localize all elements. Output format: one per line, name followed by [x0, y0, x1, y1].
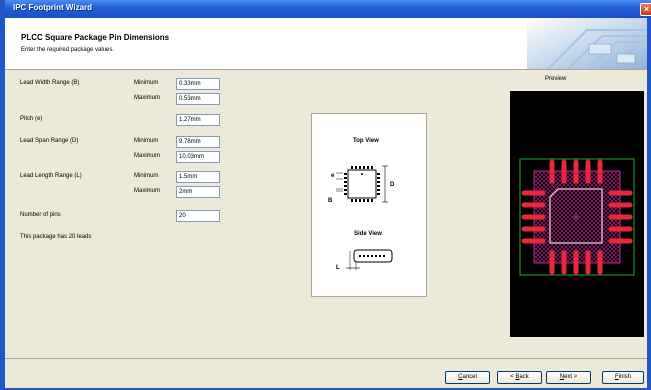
lead-width-max-label: Maximum [134, 95, 161, 101]
back-button[interactable]: < Back [497, 371, 542, 384]
window-title: IPC Footprint Wizard [13, 3, 93, 12]
button-bar: Cancel < Back Next > Finish [5, 358, 647, 388]
preview-label: Preview [545, 76, 567, 82]
pitch-input[interactable]: 1.27mm [176, 114, 220, 126]
pins-input[interactable]: 20 [176, 210, 220, 222]
lead-span-max-label: Maximum [134, 153, 161, 159]
footprint-preview [510, 91, 644, 337]
lead-length-l-label: L [336, 265, 340, 271]
lead-length-label: Lead Length Range (L) [20, 173, 82, 179]
next-button[interactable]: Next > [546, 371, 591, 384]
top-view-label: Top View [353, 138, 379, 144]
lead-width-b-label: B [328, 198, 333, 204]
lead-length-min-label: Minimum [134, 173, 159, 179]
next-label: ext > [564, 374, 578, 380]
lead-span-min-label: Minimum [134, 138, 159, 144]
finish-label: inish [618, 374, 631, 380]
pitch-label: Pitch (e) [20, 116, 43, 122]
lead-length-min-input[interactable]: 1.5mm [176, 171, 220, 183]
top-view-drawing [336, 165, 388, 203]
header-circuit-art [527, 18, 647, 69]
wizard-content: Lead Width Range (B) Minimum 0.33mm Maxi… [5, 71, 647, 358]
title-bar[interactable]: IPC Footprint Wizard × [5, 0, 651, 18]
page-subtitle: Enter the required package values. [21, 47, 115, 53]
wizard-header: PLCC Square Package Pin Dimensions Enter… [5, 18, 647, 70]
lead-width-min-input[interactable]: 0.33mm [176, 78, 220, 90]
page-title: PLCC Square Package Pin Dimensions [21, 33, 170, 42]
footprint-drawing [519, 158, 635, 276]
pitch-e-label: e [331, 173, 335, 179]
package-diagram: Top View e B D Side View L [311, 113, 427, 297]
side-view-label: Side View [354, 231, 382, 237]
back-label: ack [519, 374, 529, 380]
lead-width-max-input[interactable]: 0.53mm [176, 93, 220, 105]
close-icon: × [643, 4, 650, 14]
finish-button[interactable]: Finish [602, 371, 644, 384]
lead-span-label: Lead Span Range (D) [20, 138, 79, 144]
close-button[interactable]: × [640, 3, 651, 16]
lead-width-min-label: Minimum [134, 80, 159, 86]
lead-width-label: Lead Width Range (B) [20, 80, 80, 86]
cancel-label: ancel [462, 374, 477, 380]
lead-length-max-label: Maximum [134, 188, 161, 194]
package-info-text: This package has 20 leads [20, 234, 92, 240]
lead-length-max-input[interactable]: 2mm [176, 186, 220, 198]
lead-span-max-input[interactable]: 10.03mm [176, 151, 220, 163]
cancel-button[interactable]: Cancel [445, 371, 490, 384]
side-view-drawing [346, 249, 393, 270]
lead-span-d-label: D [390, 182, 395, 188]
pins-label: Number of pins [20, 212, 61, 218]
lead-span-min-input[interactable]: 9.78mm [176, 136, 220, 148]
